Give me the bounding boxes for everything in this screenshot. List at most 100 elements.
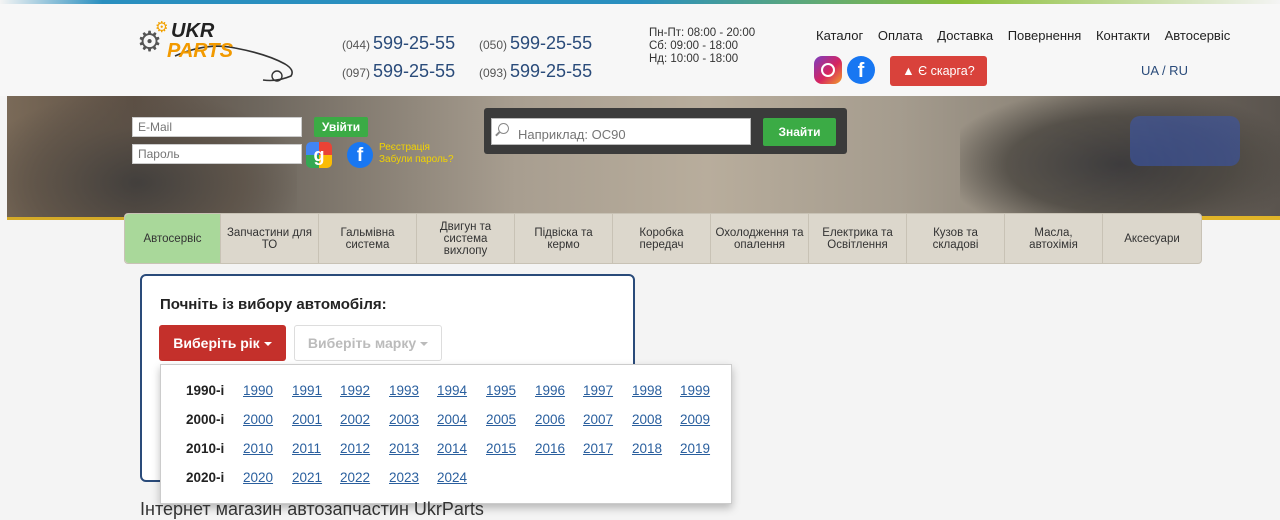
phone-number: 599-25-55 — [373, 33, 456, 53]
year-link[interactable]: 1992 — [340, 383, 370, 398]
select-year-label: Виберіть рік — [173, 335, 260, 351]
category-transmission[interactable]: Коробка передач — [613, 214, 711, 263]
phone-050[interactable]: (050) 599-25-55 — [479, 33, 592, 54]
decade-label: 1990-і — [186, 383, 225, 398]
logo[interactable]: ⚙ ⚙ UKR PARTS — [137, 18, 297, 82]
category-body[interactable]: Кузов та складові — [907, 214, 1005, 263]
banner-car-right — [960, 96, 1280, 220]
category-autoservice[interactable]: Автосервіс — [125, 214, 221, 263]
nav-delivery[interactable]: Доставка — [937, 28, 993, 43]
nav-catalog[interactable]: Каталог — [816, 28, 863, 43]
phone-code: (093) — [479, 66, 508, 80]
language-switch[interactable]: UA / RU — [1141, 63, 1188, 78]
password-input[interactable] — [132, 144, 302, 164]
chevron-down-icon — [263, 342, 272, 347]
year-link[interactable]: 1998 — [632, 383, 662, 398]
year-link[interactable]: 2012 — [340, 441, 370, 456]
instagram-icon[interactable] — [814, 56, 842, 84]
year-link[interactable]: 2010 — [243, 441, 273, 456]
page-heading: Інтернет магазин автозапчастин UkrParts — [140, 499, 484, 519]
year-link[interactable]: 2011 — [292, 441, 321, 456]
chevron-down-icon — [420, 342, 429, 347]
nav-contacts[interactable]: Контакти — [1096, 28, 1150, 43]
year-link[interactable]: 2021 — [292, 470, 322, 485]
category-electrics-lighting[interactable]: Електрика та Освітлення — [809, 214, 907, 263]
top-nav: Каталог Оплата Доставка Повернення Конта… — [816, 28, 1241, 43]
year-link[interactable]: 2015 — [486, 441, 516, 456]
picker-title: Почніть із вибору автомобіля: — [160, 296, 387, 313]
year-link[interactable]: 2022 — [340, 470, 370, 485]
year-link[interactable]: 1994 — [437, 383, 467, 398]
year-link[interactable]: 2007 — [583, 412, 613, 427]
phone-code: (097) — [342, 66, 371, 80]
year-link[interactable]: 2004 — [437, 412, 467, 427]
search-input[interactable] — [491, 118, 751, 145]
category-cooling-heating[interactable]: Охолодження та опалення — [711, 214, 809, 263]
hours-saturday: Сб: 09:00 - 18:00 — [649, 40, 739, 52]
forgot-password-link[interactable]: Забули пароль? — [379, 154, 454, 166]
category-suspension-steering[interactable]: Підвіска та кермо — [515, 214, 613, 263]
phone-number: 599-25-55 — [373, 61, 456, 81]
year-link[interactable]: 2019 — [680, 441, 710, 456]
decade-label: 2000-і — [186, 412, 225, 427]
nav-returns[interactable]: Повернення — [1008, 28, 1082, 43]
year-link[interactable]: 2014 — [437, 441, 467, 456]
decade-label: 2010-і — [186, 441, 225, 456]
year-link[interactable]: 2001 — [292, 412, 322, 427]
hours-weekdays: Пн-Пт: 08:00 - 20:00 — [649, 27, 756, 39]
year-link[interactable]: 2024 — [437, 470, 467, 485]
login-button[interactable]: Увійти — [314, 117, 368, 137]
year-link[interactable]: 2002 — [340, 412, 370, 427]
facebook-icon[interactable]: f — [847, 56, 875, 84]
year-link[interactable]: 1990 — [243, 383, 273, 398]
year-link[interactable]: 1993 — [389, 383, 419, 398]
phone-093[interactable]: (093) 599-25-55 — [479, 61, 592, 82]
year-link[interactable]: 2005 — [486, 412, 516, 427]
phone-code: (044) — [342, 38, 371, 52]
work-hours: Пн-Пт: 08:00 - 20:00 Сб: 09:00 - 18:00 Н… — [649, 27, 755, 66]
decade-label: 2020-і — [186, 470, 225, 485]
year-link[interactable]: 2006 — [535, 412, 565, 427]
phone-097[interactable]: (097) 599-25-55 — [342, 61, 455, 82]
category-engine-exhaust[interactable]: Двигун та система вихлопу — [417, 214, 515, 263]
category-bar: Автосервіс Запчастини для ТО Гальмівна с… — [124, 213, 1202, 264]
select-brand-button[interactable]: Виберіть марку — [294, 325, 442, 361]
year-link[interactable]: 2000 — [243, 412, 273, 427]
year-link[interactable]: 1995 — [486, 383, 516, 398]
year-link[interactable]: 2018 — [632, 441, 662, 456]
year-link[interactable]: 1997 — [583, 383, 613, 398]
nav-autoservice[interactable]: Автосервіс — [1165, 28, 1231, 43]
register-link[interactable]: Реєстрація — [379, 142, 454, 154]
category-oils-chemicals[interactable]: Масла, автохімія — [1005, 214, 1103, 263]
phone-code: (050) — [479, 38, 508, 52]
year-link[interactable]: 2017 — [583, 441, 613, 456]
year-link[interactable]: 1991 — [292, 383, 322, 398]
year-link[interactable]: 2008 — [632, 412, 662, 427]
select-brand-label: Виберіть марку — [307, 335, 417, 351]
phone-number: 599-25-55 — [510, 61, 593, 81]
year-link[interactable]: 2023 — [389, 470, 419, 485]
year-link[interactable]: 2013 — [389, 441, 419, 456]
facebook-login-icon[interactable]: f — [347, 142, 373, 168]
year-link[interactable]: 1996 — [535, 383, 565, 398]
warning-icon: ▲ — [902, 64, 915, 78]
category-maintenance-parts[interactable]: Запчастини для ТО — [221, 214, 319, 263]
year-link[interactable]: 2003 — [389, 412, 419, 427]
year-link[interactable]: 2020 — [243, 470, 273, 485]
complaint-label: Є скарга? — [918, 64, 975, 78]
complaint-button[interactable]: ▲ Є скарга? — [890, 56, 987, 86]
category-brakes[interactable]: Гальмівна система — [319, 214, 417, 263]
search-icon — [498, 123, 509, 134]
email-input[interactable] — [132, 117, 302, 137]
year-link[interactable]: 1999 — [680, 383, 710, 398]
year-link[interactable]: 2016 — [535, 441, 565, 456]
category-accessories[interactable]: Аксесуари — [1103, 214, 1201, 263]
hours-sunday: Нд: 10:00 - 18:00 — [649, 53, 739, 65]
phone-044[interactable]: (044) 599-25-55 — [342, 33, 455, 54]
nav-payment[interactable]: Оплата — [878, 28, 923, 43]
year-link[interactable]: 2009 — [680, 412, 710, 427]
search-button[interactable]: Знайти — [763, 118, 836, 146]
google-login-icon[interactable]: g — [306, 142, 332, 168]
select-year-button[interactable]: Виберіть рік — [159, 325, 286, 361]
phone-number: 599-25-55 — [510, 33, 593, 53]
